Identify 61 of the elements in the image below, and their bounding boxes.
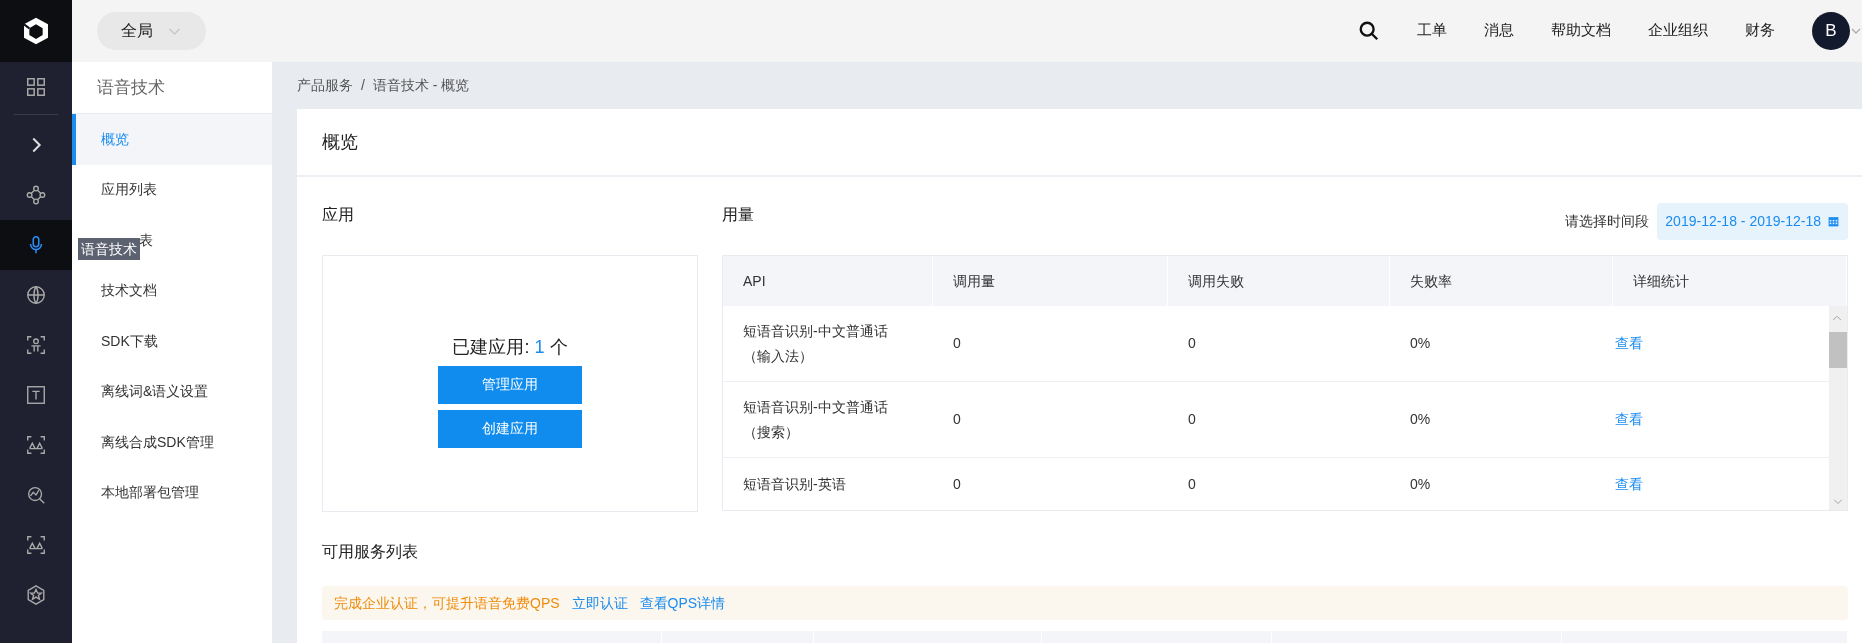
top-nav-link[interactable]: 帮助文档 bbox=[1551, 20, 1611, 42]
top-nav-link[interactable]: 工单 bbox=[1417, 20, 1447, 42]
table-cell-text: 短语音识别-中文普通话（搜索） bbox=[743, 398, 889, 442]
sidebar-item[interactable]: 表 bbox=[139, 229, 153, 251]
table-cell: 0 bbox=[953, 475, 961, 492]
view-link[interactable]: 查看 bbox=[1615, 475, 1643, 492]
sidebar-item[interactable]: 应用列表 bbox=[72, 164, 272, 215]
sidebar-item[interactable]: 离线合成SDK管理 bbox=[72, 417, 272, 468]
page-title: 概览 bbox=[297, 109, 1862, 177]
date-label: 请选择时间段 bbox=[1565, 212, 1650, 231]
region-dropdown[interactable]: 全局 bbox=[97, 12, 206, 50]
table-cell: 0 bbox=[1188, 335, 1196, 351]
sidebar-item[interactable]: SDK下载 bbox=[72, 316, 272, 367]
calendar-icon bbox=[1827, 215, 1840, 228]
nodes-icon bbox=[25, 184, 47, 206]
app-button[interactable]: 创建应用 bbox=[438, 409, 582, 448]
scrollbar[interactable] bbox=[1829, 306, 1847, 510]
person-scan-icon bbox=[25, 334, 47, 356]
column-header: 调用量 bbox=[933, 256, 1168, 306]
tooltip: 语音技术 bbox=[78, 238, 140, 260]
scan-icon bbox=[25, 534, 47, 556]
table-cell-text: 短语音识别-英语 bbox=[743, 474, 846, 494]
column-header: 调用失败 bbox=[1168, 256, 1390, 306]
table-cell: 0% bbox=[1410, 411, 1431, 427]
table-cell: 0% bbox=[1410, 475, 1431, 492]
table-cell: 0 bbox=[953, 335, 961, 351]
globe-icon bbox=[25, 284, 47, 306]
breadcrumb-link[interactable]: 产品服务 bbox=[297, 75, 353, 96]
sidebar-item[interactable]: 本地部署包管理 bbox=[72, 467, 272, 518]
text-box-icon bbox=[25, 384, 47, 406]
table-cell: 0 bbox=[953, 411, 961, 427]
app-count: 已建应用: 1 个 bbox=[452, 335, 568, 359]
search-button[interactable] bbox=[1358, 19, 1380, 43]
section-title: 用量 bbox=[722, 205, 754, 225]
column-header: 失败率 bbox=[1390, 256, 1613, 306]
section-title: 可用服务列表 bbox=[322, 542, 419, 562]
breadcrumb-link[interactable]: 语音技术 - 概览 bbox=[372, 75, 470, 96]
top-nav-link[interactable]: 消息 bbox=[1484, 20, 1514, 42]
table-cell-text: 短语音识别-中文普通话（输入法） bbox=[743, 322, 889, 366]
grid-icon bbox=[25, 76, 47, 98]
app-button[interactable]: 管理应用 bbox=[438, 365, 582, 404]
view-link[interactable]: 查看 bbox=[1615, 335, 1643, 351]
notice-text: 完成企业认证，可提升语音免费QPS bbox=[334, 593, 560, 613]
breadcrumb-separator: / bbox=[361, 76, 365, 95]
column-header: API bbox=[723, 256, 933, 306]
scan-icon bbox=[25, 434, 47, 456]
microphone-nav-button[interactable] bbox=[0, 220, 72, 270]
top-nav-link[interactable]: 财务 bbox=[1745, 20, 1775, 42]
avatar[interactable]: B bbox=[1812, 12, 1850, 50]
table-cell: 0% bbox=[1410, 335, 1431, 351]
search-chart-icon bbox=[25, 484, 47, 506]
search-icon bbox=[1358, 20, 1380, 43]
view-link[interactable]: 查看 bbox=[1615, 411, 1643, 427]
top-nav-link[interactable]: 企业组织 bbox=[1648, 20, 1708, 42]
sidebar-item[interactable]: 离线词&语义设置 bbox=[72, 366, 272, 417]
sidebar-item[interactable]: 技术文档 bbox=[72, 265, 272, 316]
star-badge-icon bbox=[25, 584, 47, 606]
table-cell: 0 bbox=[1188, 475, 1196, 492]
scrollbar-thumb[interactable] bbox=[1829, 332, 1847, 368]
table-cell: 0 bbox=[1188, 411, 1196, 427]
section-title: 应用 bbox=[322, 205, 355, 225]
